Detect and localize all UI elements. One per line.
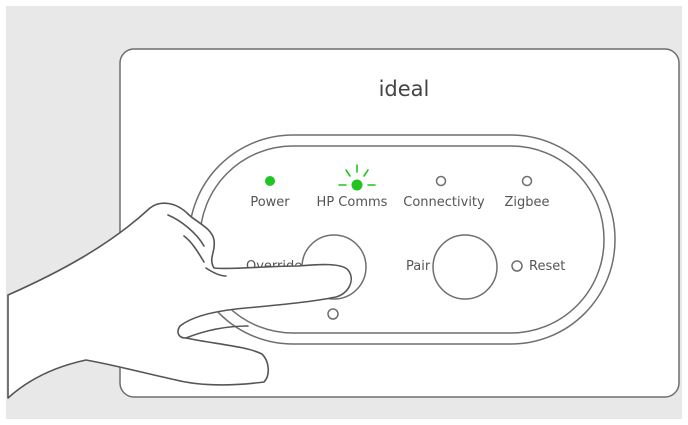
reset-label: Reset bbox=[529, 259, 565, 274]
device-illustration: ideal Power HP Comms Connectivity Zigbee… bbox=[0, 0, 688, 425]
led-hp-comms-icon bbox=[351, 179, 363, 191]
pair-label: Pair bbox=[406, 259, 431, 274]
override-indicator-icon bbox=[327, 308, 339, 320]
led-connectivity-icon bbox=[435, 175, 447, 187]
pair-button[interactable] bbox=[432, 234, 498, 300]
power-label: Power bbox=[250, 195, 290, 210]
led-power-icon bbox=[265, 176, 275, 186]
connectivity-label: Connectivity bbox=[403, 195, 485, 210]
hp-comms-label: HP Comms bbox=[317, 195, 388, 210]
zigbee-label: Zigbee bbox=[504, 195, 549, 210]
led-zigbee-icon bbox=[521, 175, 533, 187]
reset-button[interactable] bbox=[511, 260, 523, 272]
device-diagram: ideal Power HP Comms Connectivity Zigbee… bbox=[0, 0, 688, 425]
brand-logo: ideal bbox=[379, 77, 430, 101]
